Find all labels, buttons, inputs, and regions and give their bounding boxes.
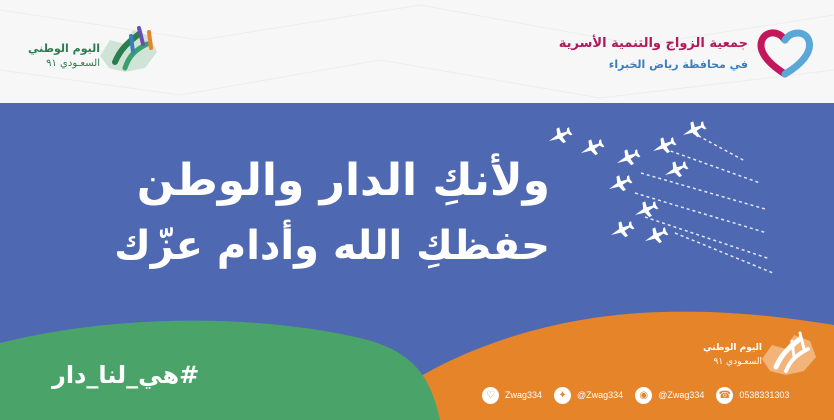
- organization-location: في محافظة رياض الخبراء: [608, 58, 748, 71]
- twitter-icon: ✦: [554, 386, 572, 404]
- snapchat-icon: ♡: [482, 386, 499, 404]
- footer-national-day-logo: اليوم الوطني السعـودي ٩١: [692, 325, 822, 381]
- contact-phone-text: 0538331303: [739, 390, 790, 400]
- contact-instagram[interactable]: ◉ @Zwag334: [635, 386, 705, 404]
- phone-icon: ☎: [716, 386, 734, 404]
- contact-twitter[interactable]: ✦ @Zwag334: [554, 386, 624, 404]
- footer-logo-subtitle: السعـودي ٩١: [713, 357, 762, 367]
- contact-snapchat[interactable]: ♡ Zwag334: [482, 386, 543, 404]
- organization-logo: جمعية الزواج والتنمية الأسرية في محافظة …: [559, 28, 814, 84]
- main-banner: ولأنكِ الدار والوطن حفظكِ الله وأدام عزّ…: [0, 103, 834, 420]
- footer-logo-title: اليوم الوطني: [703, 343, 762, 353]
- contact-instagram-text: @Zwag334: [658, 390, 705, 400]
- header-bar: اليوم الوطني السعـودي ٩١ جمعية الزواج وا…: [0, 0, 834, 103]
- national-day-subtitle: السعـودي ٩١: [46, 58, 100, 69]
- national-day-logo: اليوم الوطني السعـودي ٩١: [20, 18, 170, 78]
- contact-bar: ♡ Zwag334 ✦ @Zwag334 ◉ @Zwag334 ☎ 053833…: [482, 384, 797, 406]
- poster: اليوم الوطني السعـودي ٩١ جمعية الزواج وا…: [0, 0, 834, 420]
- national-day-emblem-icon: [100, 26, 157, 72]
- heart-logo-icon: [757, 29, 814, 78]
- contact-phone[interactable]: ☎ 0538331303: [716, 386, 790, 404]
- organization-name: جمعية الزواج والتنمية الأسرية: [558, 36, 748, 51]
- national-day-emblem-white-icon: [762, 331, 816, 375]
- instagram-icon: ◉: [635, 386, 653, 404]
- contact-twitter-text: @Zwag334: [577, 390, 624, 400]
- contact-snapchat-text: Zwag334: [505, 390, 543, 400]
- hashtag-text: #هي_لنا_دار: [52, 361, 200, 389]
- national-day-title: اليوم الوطني: [28, 42, 100, 55]
